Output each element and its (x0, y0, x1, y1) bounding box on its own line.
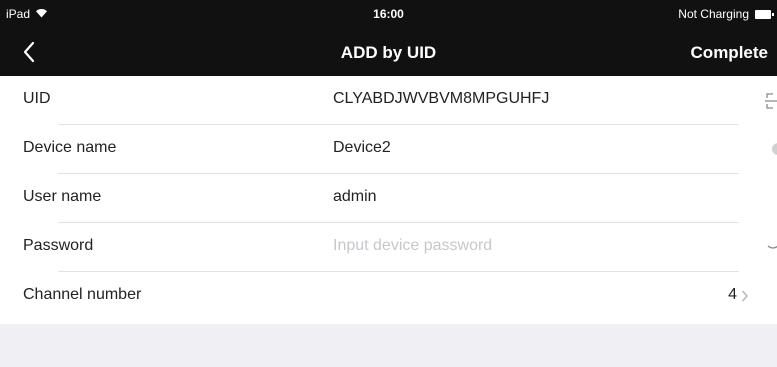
device-name-label: Device name (23, 139, 117, 156)
channel-number-label: Channel number (23, 286, 142, 303)
user-name-field[interactable]: admin (333, 188, 377, 206)
status-right: Not Charging (678, 7, 774, 21)
chevron-right-icon (741, 289, 749, 308)
device-name-field[interactable]: Device2 (333, 139, 391, 157)
password-field[interactable]: Input device password (333, 237, 492, 255)
password-label: Password (23, 237, 94, 254)
eye-icon[interactable] (767, 237, 777, 262)
charging-status: Not Charging (678, 7, 749, 21)
channel-number-row[interactable]: Channel number 4 (0, 272, 777, 321)
device-form: UID CLYABDJWVBVM8MPGUHFJ Device name Dev… (0, 76, 777, 324)
clear-icon[interactable] (771, 139, 777, 164)
status-time: 16:00 (373, 7, 404, 21)
battery-icon (755, 9, 774, 19)
complete-button[interactable]: Complete (691, 43, 768, 63)
user-name-row: User name admin (0, 174, 777, 223)
uid-label: UID (23, 90, 51, 107)
uid-row: UID CLYABDJWVBVM8MPGUHFJ (0, 76, 777, 125)
channel-number-value: 4 (728, 286, 737, 303)
navigation-bar: ADD by UID Complete (0, 28, 777, 76)
qr-scan-icon[interactable] (763, 90, 777, 117)
status-bar: iPad 16:00 Not Charging (0, 0, 777, 28)
page-title: ADD by UID (340, 43, 437, 62)
password-row: Password Input device password (0, 223, 777, 272)
user-name-label: User name (23, 188, 102, 205)
uid-field[interactable]: CLYABDJWVBVM8MPGUHFJ (333, 90, 549, 108)
device-name-row: Device name Device2 (0, 125, 777, 174)
